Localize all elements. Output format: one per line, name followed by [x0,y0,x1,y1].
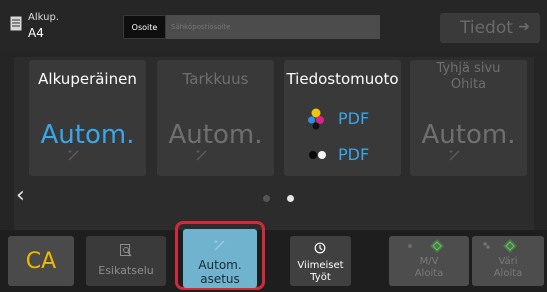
tile-blank-page-value: Autom. [421,120,516,150]
document-icon [10,16,22,31]
tile-file-format[interactable]: Tiedostomuoto PDF PDF [284,60,401,176]
tile-resolution-value: Autom. [168,120,263,150]
original-size-value: A4 [28,26,44,40]
tile-blank-page-title-line1: Tyhjä sivu [436,61,501,76]
page-dot-active[interactable] [287,195,294,202]
auto-wand-icon [196,150,207,161]
format-mono-pdf-label: PDF [338,145,370,164]
tile-blank-page-title: Tyhjä sivu Ohita [410,61,527,93]
tile-original-value: Autom. [40,120,135,150]
email-input[interactable] [166,15,380,39]
tile-file-format-title: Tiedostomuoto [286,70,399,88]
details-label: Tiedot [460,18,513,38]
bw-start-label: M/V Aloita [389,256,469,280]
address-button[interactable]: Osoite [123,15,166,39]
format-color-pdf-label: PDF [338,109,370,128]
auto-set-label-line1: Autom. [198,258,242,272]
tile-blank-page-title-line2: Ohita [450,77,487,92]
auto-set-button[interactable]: Autom. asetus [183,229,257,288]
bw-start-button[interactable]: M/V Aloita [389,236,469,286]
tile-original[interactable]: Alkuperäinen Autom. [29,60,146,176]
format-mono-pdf: PDF [298,144,388,166]
format-color-pdf: PDF [298,108,388,130]
tile-resolution-title: Tarkkuus [182,70,249,88]
top-bar: Alkup. A4 Osoite Tiedot ➜ [0,0,547,50]
auto-wand-icon [68,150,79,161]
preview-icon [120,244,132,257]
tile-original-title: Alkuperäinen [38,70,137,88]
color-dots-icon [308,108,324,130]
bw-start-label-line1: M/V [419,256,439,267]
preview-button[interactable]: Esikatselu [86,236,166,286]
color-start-label-line1: Väri [498,256,518,267]
details-button[interactable]: Tiedot ➜ [440,13,540,43]
history-icon [314,242,326,254]
recent-jobs-label-line1: Viimeiset [297,260,344,271]
auto-wand-icon [214,240,225,251]
bw-start-label-line2: Aloita [414,268,444,279]
recent-jobs-label-line2: Työt [310,272,331,283]
color-start-button[interactable]: Väri Aloita [472,236,544,286]
tile-blank-page[interactable]: Tyhjä sivu Ohita Autom. [410,60,527,176]
color-start-icon [483,239,517,253]
arrow-right-icon: ➜ [518,19,530,35]
recent-jobs-label: Viimeiset Työt [290,260,351,284]
auto-wand-icon [449,150,460,161]
original-label: Alkup. [28,12,59,23]
tile-resolution[interactable]: Tarkkuus Autom. [157,60,274,176]
mono-dots-icon [309,151,326,159]
clear-all-button[interactable]: CA [8,236,74,286]
color-start-label: Väri Aloita [472,256,544,280]
preview-label: Esikatselu [98,264,154,277]
page-dot[interactable] [263,195,270,202]
auto-set-label: Autom. asetus [183,258,257,286]
auto-set-label-line2: asetus [200,272,240,286]
recent-jobs-button[interactable]: Viimeiset Työt [290,236,351,286]
bw-start-icon [408,239,444,253]
original-size-indicator[interactable]: Alkup. A4 [10,12,110,40]
color-start-label-line2: Aloita [493,268,523,279]
chevron-left-icon[interactable]: ‹ [16,183,25,208]
